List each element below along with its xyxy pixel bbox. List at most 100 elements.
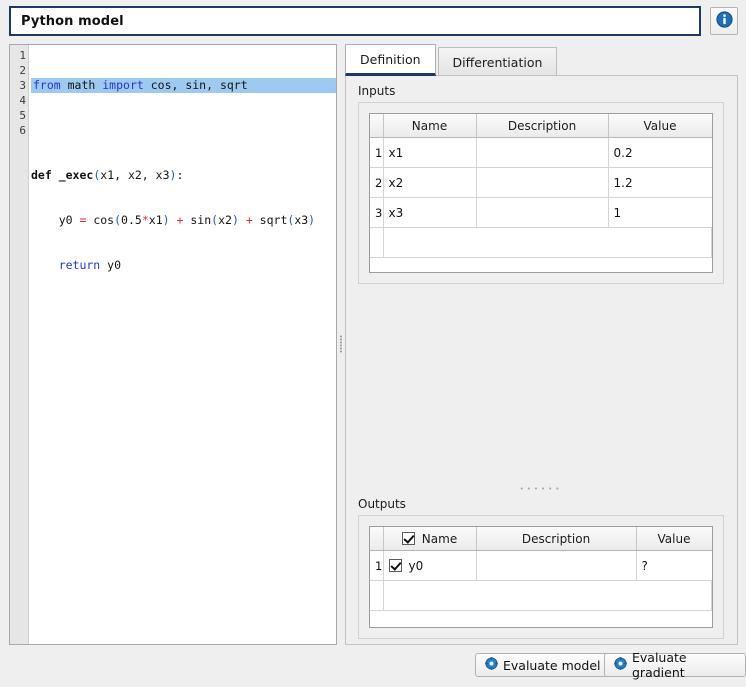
token-paren-close: )	[308, 213, 315, 227]
select-all-checkbox[interactable]	[402, 532, 415, 545]
inputs-col-name[interactable]: Name	[383, 114, 476, 138]
info-circle-icon	[716, 11, 733, 31]
input-name-cell[interactable]: x2	[383, 168, 476, 198]
table-empty-area	[370, 228, 712, 258]
token-call-sqrt: sqrt	[253, 213, 288, 227]
vertical-splitter[interactable]: ••••••	[337, 44, 345, 645]
token-call-cos: cos	[86, 213, 114, 227]
evaluate-model-label: Evaluate model	[503, 658, 601, 673]
outputs-col-description[interactable]: Description	[476, 527, 636, 551]
line-number: 6	[10, 123, 28, 138]
evaluate-model-button[interactable]: Evaluate model	[475, 653, 611, 677]
token-var-x2: x2	[218, 213, 232, 227]
input-value-cell[interactable]: 1.2	[608, 168, 712, 198]
row-index: 1	[370, 551, 383, 581]
table-row[interactable]: 2 x2 1.2	[370, 168, 712, 198]
evaluate-gradient-label: Evaluate gradient	[632, 650, 736, 680]
token-assign-target: y0	[31, 213, 79, 227]
outputs-section-label: Outputs	[358, 497, 406, 511]
gear-icon	[485, 657, 498, 673]
tab-label: Definition	[360, 52, 421, 67]
code-line-5: return y0	[29, 258, 336, 273]
token-keyword-from: from	[33, 78, 61, 92]
token-return-value: y0	[100, 258, 121, 272]
outputs-col-value[interactable]: Value	[636, 527, 712, 551]
outputs-col-name-label: Name	[422, 532, 457, 546]
tab-label: Differentiation	[453, 55, 543, 70]
token-keyword-return: return	[31, 258, 100, 272]
token-number-half: 0.5	[121, 213, 142, 227]
code-line-1: from math import cos, sin, sqrt	[29, 78, 336, 93]
inputs-col-description[interactable]: Description	[476, 114, 608, 138]
row-index: 1	[370, 138, 383, 168]
line-number: 1	[10, 48, 28, 63]
token-colon: :	[176, 168, 183, 182]
token-import-list: cos, sin, sqrt	[144, 78, 248, 92]
right-panel: Definition Differentiation Inputs Name D…	[345, 44, 738, 645]
output-description-cell[interactable]	[476, 551, 636, 581]
line-number: 4	[10, 93, 28, 108]
gear-icon	[614, 657, 627, 673]
token-paren-open: (	[114, 213, 121, 227]
input-name-cell[interactable]: x3	[383, 198, 476, 228]
input-value-cell[interactable]: 1	[608, 198, 712, 228]
tab-strip: Definition Differentiation	[345, 44, 738, 76]
token-operator-plus: +	[246, 213, 253, 227]
row-index: 2	[370, 168, 383, 198]
token-module-math: math	[61, 78, 103, 92]
tab-panel-definition: Inputs Name Description Value 1	[345, 75, 738, 645]
title-bar: Python model	[0, 0, 746, 41]
row-index: 3	[370, 198, 383, 228]
table-row[interactable]: 1 x1 0.2	[370, 138, 712, 168]
table-row[interactable]: 3 x3 1	[370, 198, 712, 228]
token-keyword-import: import	[102, 78, 144, 92]
output-name-label: y0	[409, 559, 424, 573]
inputs-section-label: Inputs	[358, 84, 395, 98]
code-line-6	[29, 303, 336, 318]
button-bar: Evaluate model Evaluate gradient	[0, 648, 746, 687]
line-number: 3	[10, 78, 28, 93]
input-description-cell[interactable]	[476, 138, 608, 168]
evaluate-gradient-button[interactable]: Evaluate gradient	[604, 653, 746, 677]
inputs-header-row: Name Description Value	[370, 114, 712, 138]
token-params: x1, x2, x3	[100, 168, 169, 182]
input-description-cell[interactable]	[476, 168, 608, 198]
code-text-area[interactable]: from math import cos, sin, sqrt def _exe…	[29, 45, 336, 644]
code-editor[interactable]: 1 2 3 4 5 6 from math import cos, sin, s…	[9, 44, 337, 645]
inputs-col-value[interactable]: Value	[608, 114, 712, 138]
line-number: 5	[10, 108, 28, 123]
tab-definition[interactable]: Definition	[345, 44, 436, 76]
input-value-cell[interactable]: 0.2	[608, 138, 712, 168]
info-button[interactable]	[710, 7, 738, 35]
inputs-table[interactable]: Name Description Value 1 x1 0.2 2 x2	[369, 113, 713, 273]
inputs-corner-cell	[370, 114, 383, 138]
horizontal-splitter[interactable]: ••••••	[358, 482, 724, 496]
output-row-checkbox[interactable]	[389, 559, 402, 572]
token-call-sin: sin	[183, 213, 211, 227]
outputs-header-row: Name Description Value	[370, 527, 712, 551]
code-line-2	[29, 123, 336, 138]
table-row[interactable]: 1 y0 ?	[370, 551, 712, 581]
output-name-cell[interactable]: y0	[383, 551, 476, 581]
output-value-cell[interactable]: ?	[636, 551, 712, 581]
table-empty-area	[370, 581, 712, 611]
tab-differentiation[interactable]: Differentiation	[438, 47, 558, 76]
token-var-x1: x1	[149, 213, 163, 227]
input-name-cell[interactable]: x1	[383, 138, 476, 168]
splitter-grip-icon: ••••••	[339, 336, 343, 354]
line-number: 2	[10, 63, 28, 78]
token-var-x3: x3	[294, 213, 308, 227]
outputs-col-name[interactable]: Name	[383, 527, 476, 551]
code-line-4: y0 = cos(0.5*x1) + sin(x2) + sqrt(x3)	[29, 213, 336, 228]
outputs-corner-cell	[370, 527, 383, 551]
token-operator-star: *	[142, 213, 149, 227]
code-line-3: def _exec(x1, x2, x3):	[29, 168, 336, 183]
line-number-gutter: 1 2 3 4 5 6	[10, 45, 29, 644]
outputs-table[interactable]: Name Description Value 1 y0	[369, 526, 713, 628]
token-keyword-def: def	[31, 168, 52, 182]
token-paren-close: )	[163, 213, 170, 227]
token-function-name: _exec	[52, 168, 94, 182]
model-name-input[interactable]: Python model	[9, 6, 701, 36]
token-paren-close: )	[232, 213, 239, 227]
input-description-cell[interactable]	[476, 198, 608, 228]
